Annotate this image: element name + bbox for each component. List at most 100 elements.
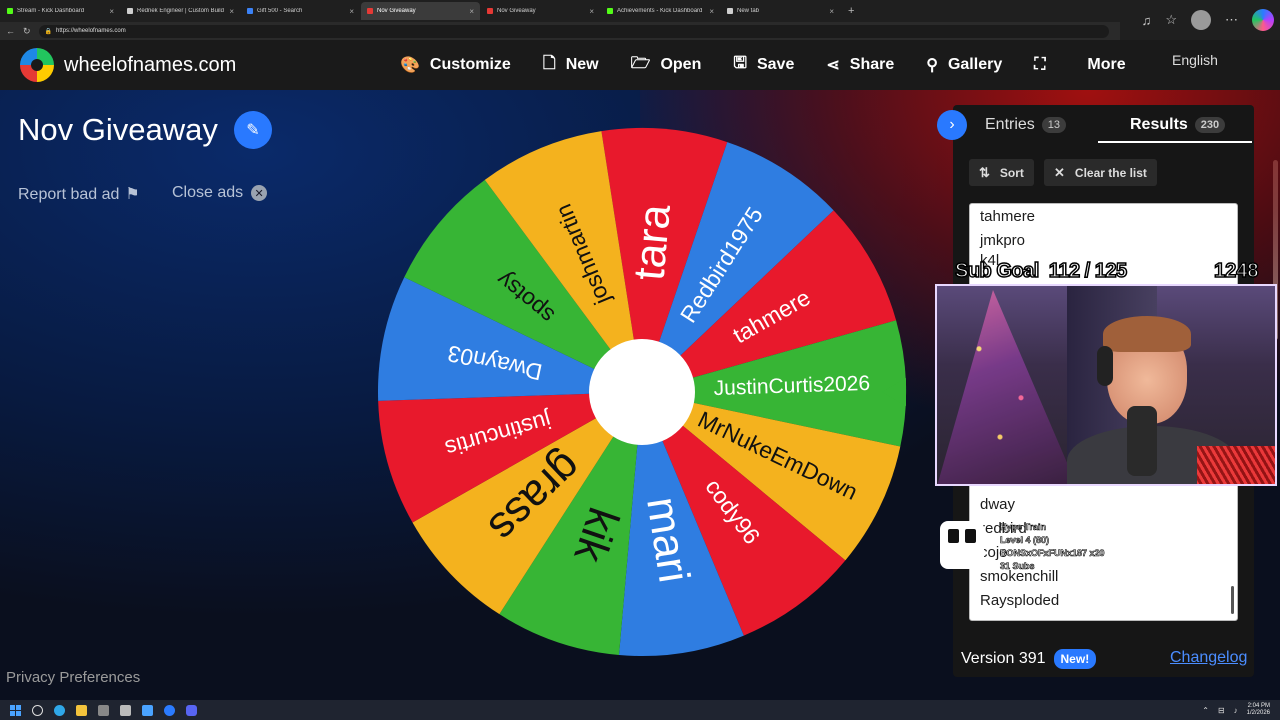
tab-favicon <box>487 8 493 14</box>
share-icon: ⋖ <box>826 57 840 74</box>
app-icon[interactable] <box>142 704 153 716</box>
pencil-icon: ✎ <box>246 122 260 139</box>
christmas-tree <box>937 290 1077 484</box>
browser-menu-icon[interactable]: ⋯ <box>1225 12 1238 28</box>
menu-new-button[interactable]: 🗋 New <box>543 52 599 79</box>
volume-icon[interactable]: ♪ <box>1234 706 1238 715</box>
browser-tab[interactable]: Gift 500 - Search × <box>241 2 360 20</box>
sort-button[interactable]: ⇅ Sort <box>969 159 1034 186</box>
file-icon: 🗋 <box>542 54 556 72</box>
search-icon[interactable] <box>32 704 43 716</box>
flag-icon: ⚑ <box>125 186 140 203</box>
tab-favicon <box>367 8 373 14</box>
system-tray: ⌃ ⊟ ♪ 2:04 PM 1/2/2026 <box>1202 700 1270 720</box>
privacy-preferences-link[interactable]: Privacy Preferences <box>6 669 140 686</box>
clear-list-label: Clear the list <box>1074 165 1147 180</box>
chevron-right-icon: › <box>949 116 955 133</box>
folder-icon: 🗁 <box>630 54 651 72</box>
tab-close-icon[interactable]: × <box>349 7 354 16</box>
tab-favicon <box>727 8 733 14</box>
tab-close-icon[interactable]: × <box>229 7 234 16</box>
menu-share-button[interactable]: ⋖ Share <box>826 55 894 75</box>
copilot-icon[interactable] <box>1252 9 1274 31</box>
main-menu: 🎨 Customize 🗋 New 🗁 Open 🖫 Save ⋖ Share ⚲ Gallery ⛶ M… <box>400 40 1158 90</box>
active-tab-indicator <box>1098 141 1252 143</box>
wheel[interactable]: tara Redbird1975 tahmere JustinCurtis2026 Mr… <box>376 126 908 658</box>
url-field[interactable]: 🔒 https://wheelofnames.com <box>38 24 1109 38</box>
palette-icon: 🎨 <box>400 57 420 74</box>
results-scroll-thumb[interactable] <box>1231 586 1234 614</box>
tab-close-icon[interactable]: × <box>829 7 834 16</box>
browser-tab[interactable]: Rednek Engineer | Custom Build P... × <box>121 2 240 20</box>
tinsel-decoration <box>1197 446 1275 484</box>
menu-more-button[interactable]: More <box>1087 56 1125 74</box>
browser-tab[interactable]: Achievements - Kick Dashboard × <box>601 2 720 20</box>
entries-count-badge: 13 <box>1041 117 1067 133</box>
site-name[interactable]: wheelofnames.com <box>64 54 236 77</box>
collapse-panel-button[interactable]: › <box>937 110 967 140</box>
tab-title: Gift 500 - Search <box>257 8 303 14</box>
refresh-icon[interactable]: ↻ <box>23 26 31 37</box>
report-bad-ad-link[interactable]: Report bad ad ⚑ <box>18 184 140 204</box>
tab-title: Achievements - Kick Dashboard <box>617 8 703 14</box>
browser-tab[interactable]: Nov Giveaway × <box>361 2 480 20</box>
edge-icon[interactable] <box>54 704 65 716</box>
result-item[interactable]: dway <box>980 496 1015 513</box>
wheel-svg[interactable]: taraRedbird1975tahmereJustinCurtis2026Mr… <box>376 126 908 658</box>
microphone <box>1127 406 1157 476</box>
tab-close-icon[interactable]: × <box>109 7 114 16</box>
webcam-overlay <box>935 284 1277 486</box>
sub-goal-overlay: Sub Goal 112 / 125 <box>954 259 1128 283</box>
favorites-icon[interactable]: ☆ <box>1165 12 1177 28</box>
menu-gallery-button[interactable]: ⚲ Gallery <box>926 55 1002 75</box>
tab-entries[interactable]: Entries 13 <box>985 116 1067 134</box>
hype-train-line: 31 Subs <box>1000 561 1035 572</box>
tab-results-label: Results <box>1130 116 1188 133</box>
wheel-logo-icon[interactable] <box>20 48 54 82</box>
back-icon[interactable]: ← <box>6 26 15 36</box>
result-item[interactable]: jmkpro <box>980 232 1025 249</box>
tab-results[interactable]: Results 230 <box>1130 116 1226 134</box>
menu-fullscreen-button[interactable]: ⛶ <box>1034 56 1055 74</box>
tab-title: Stream - Kick Dashboard <box>17 8 85 14</box>
app-icon[interactable] <box>164 704 175 716</box>
tab-close-icon[interactable]: × <box>709 7 714 16</box>
network-icon[interactable]: ⊟ <box>1218 706 1225 715</box>
language-selector[interactable]: English <box>1172 52 1218 68</box>
browser-tab[interactable]: Stream - Kick Dashboard × <box>1 2 120 20</box>
taskbar: ⌃ ⊟ ♪ 2:04 PM 1/2/2026 <box>0 700 1280 720</box>
new-tab-button[interactable]: + <box>848 5 854 17</box>
tab-favicon <box>7 8 13 14</box>
sub-total-overlay: 1248 <box>1213 259 1259 283</box>
tab-close-icon[interactable]: × <box>589 7 594 16</box>
menu-save-button[interactable]: 🖫 Save <box>733 52 794 79</box>
tab-close-icon[interactable]: × <box>469 7 474 16</box>
clear-list-button[interactable]: ✕ Clear the list <box>1044 159 1157 186</box>
hype-train-icon <box>940 521 984 569</box>
tab-favicon <box>127 8 133 14</box>
discord-icon[interactable] <box>186 704 197 716</box>
wheel-title: Nov Giveaway <box>18 112 218 147</box>
windows-start-icon[interactable] <box>10 704 21 716</box>
browser-tab[interactable]: New tab × <box>721 2 840 20</box>
close-ads-link[interactable]: Close ads ✕ <box>172 184 268 202</box>
read-aloud-icon[interactable]: ♫ <box>1142 13 1152 28</box>
close-icon: ✕ <box>1054 164 1065 180</box>
streamer-hair <box>1103 316 1191 352</box>
file-explorer-icon[interactable] <box>76 704 87 716</box>
hype-train-info: Hype Train Level 4 (80) BONSxOFxFUNx187 x2… <box>1000 521 1105 573</box>
profile-avatar[interactable] <box>1191 10 1211 30</box>
address-bar: ← ↻ 🔒 https://wheelofnames.com <box>0 22 1120 40</box>
wheel-center[interactable] <box>589 339 695 445</box>
changelog-link[interactable]: Changelog <box>1170 649 1247 667</box>
app-icon[interactable] <box>120 704 131 716</box>
result-item[interactable]: Raysploded <box>980 592 1059 609</box>
chevron-up-icon[interactable]: ⌃ <box>1202 706 1209 715</box>
menu-open-button[interactable]: 🗁 Open <box>631 52 702 79</box>
menu-customize-button[interactable]: 🎨 Customize <box>400 55 511 75</box>
browser-tab[interactable]: Nov Giveaway × <box>481 2 600 20</box>
edit-title-button[interactable]: ✎ <box>234 111 272 149</box>
result-item[interactable]: tahmere <box>980 208 1035 225</box>
clock[interactable]: 2:04 PM 1/2/2026 <box>1247 703 1270 717</box>
app-icon[interactable] <box>98 704 109 716</box>
